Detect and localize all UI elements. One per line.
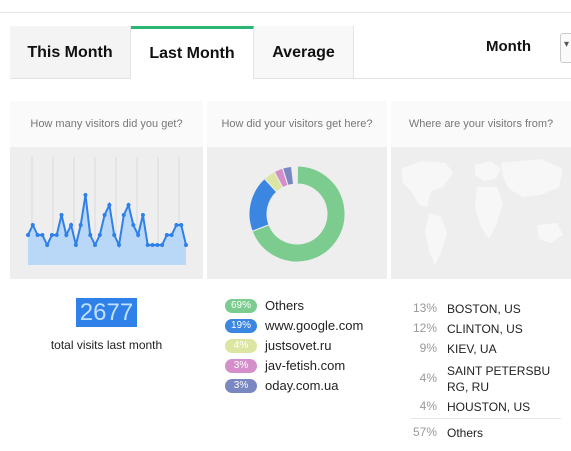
- sources-heading: How did your visitors get here?: [221, 118, 373, 130]
- visits-data-point: [35, 233, 40, 237]
- source-name: www.google.com: [265, 318, 364, 333]
- visits-data-point: [69, 223, 74, 227]
- location-percent: 4%: [419, 371, 437, 385]
- visits-area-fill: [28, 195, 186, 265]
- visits-data-point: [131, 223, 136, 227]
- locations-divider: [411, 418, 561, 419]
- source-percent-badge: 3%: [225, 359, 257, 373]
- visits-data-point: [97, 233, 102, 237]
- visits-data-point: [26, 233, 30, 237]
- visits-data-point: [136, 233, 141, 237]
- visits-data-point: [155, 243, 160, 247]
- visits-data-point: [140, 213, 145, 217]
- visits-line-chart: [26, 157, 188, 265]
- world-map-icon: [401, 159, 563, 265]
- header-divider: [0, 12, 571, 13]
- visits-data-point: [160, 243, 165, 247]
- visits-data-point: [64, 233, 69, 237]
- locations-list: 13% BOSTON, US 12% CLINTON, US 9% KIEV, …: [391, 279, 571, 451]
- tab-last-month[interactable]: Last Month: [131, 26, 254, 79]
- period-select[interactable]: ▾: [560, 33, 571, 63]
- visitors-summary: 2677 total visits last month: [10, 279, 203, 451]
- visits-data-point: [54, 233, 59, 237]
- visits-data-point: [150, 243, 155, 247]
- location-percent: 13%: [412, 301, 437, 315]
- visitors-chart-area: [10, 147, 203, 279]
- visits-data-point: [164, 233, 169, 237]
- visits-data-point: [93, 243, 98, 247]
- visits-data-point: [145, 243, 150, 247]
- visits-data-point: [30, 223, 35, 227]
- total-visits-badge: 2677: [76, 298, 137, 327]
- visits-data-point: [88, 233, 93, 237]
- visits-data-point: [40, 233, 45, 237]
- tabbar-spacer: [354, 26, 571, 78]
- location-name: Others: [447, 426, 484, 440]
- location-name: CLINTON, US: [447, 322, 523, 336]
- visits-data-point: [179, 223, 184, 227]
- locations-panel: Where are your visitors from? 13% BOSTON…: [391, 101, 571, 451]
- locations-heading: Where are your visitors from?: [408, 118, 554, 130]
- total-visits-caption: total visits last month: [50, 338, 163, 352]
- location-percent: 12%: [412, 321, 437, 335]
- visits-data-point: [184, 243, 188, 247]
- sources-list: 69% Others 19% www.google.com 4% justsov…: [207, 279, 387, 451]
- visits-data-point: [174, 223, 179, 227]
- source-percent-badge: 3%: [225, 379, 257, 393]
- visits-data-point: [126, 203, 131, 207]
- visits-data-point: [83, 193, 88, 197]
- sources-donut-chart: [248, 165, 346, 263]
- visits-data-point: [59, 213, 64, 217]
- location-name: KIEV, UA: [447, 342, 497, 356]
- source-name: Others: [265, 298, 305, 313]
- location-name: BOSTON, US: [447, 302, 521, 316]
- location-percent: 57%: [412, 425, 437, 439]
- visits-data-point: [73, 243, 78, 247]
- visits-data-point: [78, 223, 83, 227]
- sources-chart-area: [207, 147, 387, 279]
- source-name: justsovet.ru: [265, 338, 332, 353]
- visits-data-point: [169, 233, 174, 237]
- visits-data-point: [107, 203, 112, 207]
- visits-data-point: [45, 243, 50, 247]
- sources-panel: How did your visitors get here? 69% Othe…: [207, 101, 387, 451]
- visitors-panel: How many visitors did you get? 2677 tota…: [10, 101, 203, 451]
- location-name: SAINT PETERSBU RG, RU: [447, 364, 551, 394]
- visitors-heading: How many visitors did you get?: [30, 118, 183, 130]
- chevron-down-icon: ▾: [564, 39, 570, 50]
- visits-data-point: [49, 233, 54, 237]
- source-name: oday.com.ua: [265, 378, 339, 393]
- location-percent: 4%: [419, 399, 437, 413]
- tab-average[interactable]: Average: [254, 26, 354, 78]
- header-remnant: [10, 0, 80, 6]
- source-name: jav-fetish.com: [265, 358, 346, 373]
- world-map-area: [391, 147, 571, 279]
- source-percent-badge: 19%: [225, 319, 257, 333]
- period-select-label: Month: [486, 38, 531, 55]
- location-percent: 9%: [419, 341, 437, 355]
- visits-data-point: [116, 243, 121, 247]
- source-percent-badge: 4%: [225, 339, 257, 353]
- source-percent-badge: 69%: [225, 299, 257, 313]
- tab-this-month[interactable]: This Month: [10, 26, 131, 78]
- visits-data-point: [121, 213, 126, 217]
- visits-data-point: [112, 233, 117, 237]
- location-name: HOUSTON, US: [447, 400, 531, 414]
- visits-data-point: [102, 213, 107, 217]
